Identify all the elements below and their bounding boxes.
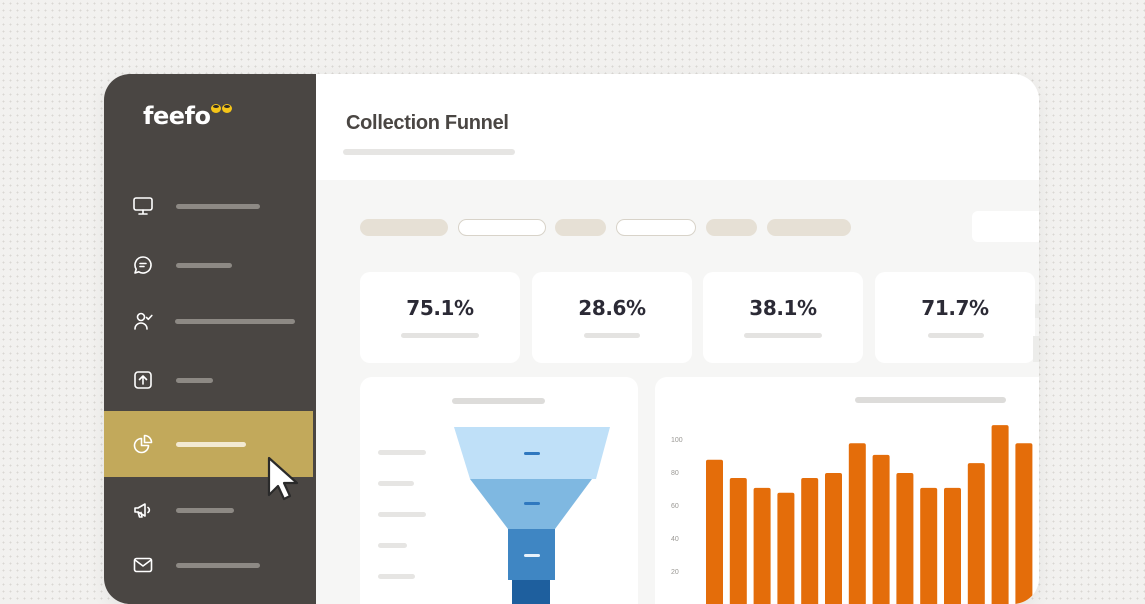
kpi-label-placeholder <box>401 333 479 338</box>
funnel-stage-label <box>524 502 540 505</box>
bar[interactable] <box>729 477 747 604</box>
kpi-label-placeholder <box>928 333 984 338</box>
monitor-icon <box>132 195 154 217</box>
mail-icon <box>132 554 154 576</box>
sidebar-item-label <box>176 441 246 447</box>
sidebar-item-messages[interactable] <box>104 533 313 597</box>
bar[interactable] <box>706 459 723 604</box>
sidebar-item-reviews[interactable] <box>104 233 313 297</box>
kpi-label-placeholder <box>744 333 822 338</box>
bar-chart-card: 100 80 60 40 20 <box>655 377 1039 604</box>
main-content: Collection Funnel 75.1% 28.6% 38.1% 71.7… <box>316 74 1039 604</box>
sidebar-item-customers[interactable] <box>104 289 313 353</box>
sidebar-item-label <box>176 377 213 383</box>
funnel-stage-label <box>524 452 540 455</box>
bar[interactable] <box>848 443 866 604</box>
sidebar-item-uploads[interactable] <box>104 348 313 412</box>
kpi-card[interactable]: 38.1% <box>703 272 863 363</box>
kpi-card[interactable]: 71.7% <box>875 272 1035 363</box>
mouse-cursor-icon <box>267 456 299 501</box>
user-check-icon <box>132 310 154 332</box>
kpi-card[interactable]: 75.1% <box>360 272 520 363</box>
kpi-value: 38.1% <box>749 296 817 320</box>
logo-eyes-icon <box>211 104 233 113</box>
scroll-indicator <box>1035 304 1039 318</box>
kpi-label-placeholder <box>584 333 640 338</box>
bar[interactable] <box>1015 443 1033 604</box>
page-title: Collection Funnel <box>346 112 509 134</box>
page-header: Collection Funnel <box>316 74 1039 180</box>
bar[interactable] <box>967 463 985 604</box>
pie-chart-icon <box>132 433 154 455</box>
funnel-card <box>360 377 638 604</box>
filter-chip[interactable] <box>555 219 606 236</box>
feefo-logo[interactable]: feefo <box>143 102 233 130</box>
filter-chip[interactable] <box>767 219 851 236</box>
bar[interactable] <box>777 492 795 604</box>
funnel-stage-label <box>524 554 540 557</box>
sidebar: feefo <box>104 74 316 604</box>
filter-chip[interactable] <box>360 219 448 236</box>
sidebar-item-dashboard[interactable] <box>104 174 313 238</box>
page-subtitle-placeholder <box>343 149 515 155</box>
sidebar-item-label <box>175 318 295 324</box>
app-window: feefo Collection Funnel 75.1% 28.6% 38.1… <box>104 74 1039 604</box>
bar[interactable] <box>872 454 890 604</box>
kpi-value: 28.6% <box>578 296 646 320</box>
scroll-indicator <box>1033 336 1039 362</box>
bar[interactable] <box>801 477 819 604</box>
funnel-chart <box>454 427 610 604</box>
logo-text: feefo <box>143 102 211 130</box>
bar[interactable] <box>896 473 914 604</box>
filter-chip[interactable] <box>706 219 757 236</box>
sidebar-item-label <box>176 507 234 513</box>
chat-bubble-icon <box>132 254 154 276</box>
funnel-stage-4 <box>512 580 550 604</box>
sidebar-item-label <box>176 203 260 209</box>
sidebar-item-label <box>176 562 260 568</box>
kpi-value: 71.7% <box>921 296 989 320</box>
bar[interactable] <box>991 425 1009 604</box>
megaphone-icon <box>132 499 154 521</box>
upload-icon <box>132 369 154 391</box>
kpi-card[interactable]: 28.6% <box>532 272 692 363</box>
filter-dropdown[interactable] <box>616 219 696 236</box>
sidebar-item-label <box>176 262 232 268</box>
filter-dropdown[interactable] <box>458 219 546 236</box>
bar[interactable] <box>825 473 842 604</box>
date-range-input[interactable] <box>972 211 1039 242</box>
bar-chart <box>706 425 1033 604</box>
kpi-value: 75.1% <box>406 296 474 320</box>
